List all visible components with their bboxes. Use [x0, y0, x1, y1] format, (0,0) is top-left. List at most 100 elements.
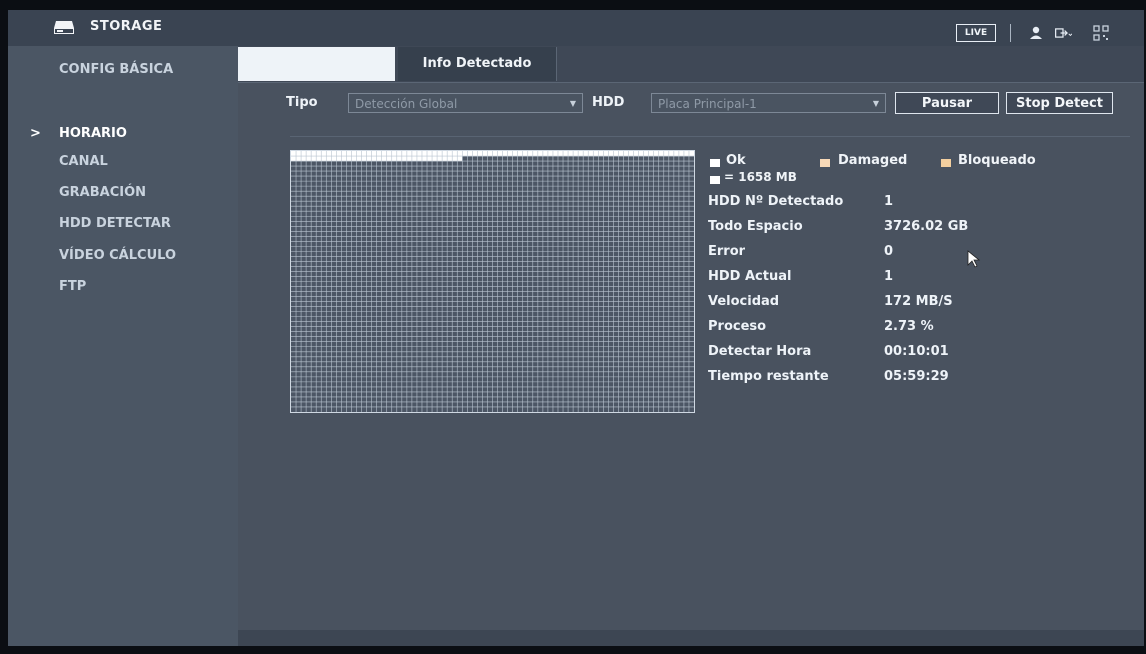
sidebar-item-config-basica[interactable]: CONFIG BÁSICA	[59, 62, 173, 77]
info-value: 1	[884, 269, 894, 284]
scanned-sector	[381, 156, 388, 162]
scanned-sector	[452, 151, 458, 157]
scanned-sector	[527, 151, 534, 157]
legend-blocked-swatch	[941, 159, 951, 167]
scanned-sector	[376, 151, 382, 157]
scanned-sector	[336, 151, 342, 157]
tab-info-detectado[interactable]: Info Detectado	[398, 47, 557, 81]
live-button[interactable]: LIVE	[956, 24, 996, 42]
scanned-sector	[437, 151, 443, 157]
scanned-sector	[517, 151, 524, 157]
scanned-sector	[311, 156, 317, 162]
scanned-sector	[346, 151, 352, 157]
sector-grid	[290, 150, 695, 413]
sidebar-item-grabacion[interactable]: GRABACIÓN	[59, 185, 146, 200]
info-label: Velocidad	[708, 294, 780, 309]
sidebar-item-video-calculo[interactable]: VÍDEO CÁLCULO	[59, 248, 176, 263]
info-value: 172 MB/S	[884, 294, 953, 309]
scanned-sector	[296, 156, 302, 162]
scanned-sector	[401, 151, 408, 157]
scanned-sector	[427, 151, 433, 157]
scanned-sector	[452, 156, 458, 162]
scanned-sector	[688, 151, 694, 157]
scanned-sector	[396, 156, 403, 162]
scanned-sector	[381, 151, 388, 157]
sidebar-item-canal[interactable]: CANAL	[59, 154, 108, 169]
info-value: 3726.02 GB	[884, 219, 969, 234]
info-label: Tiempo restante	[708, 369, 829, 384]
scanned-sector	[341, 156, 347, 162]
info-label: Todo Espacio	[708, 219, 803, 234]
scanned-sector	[421, 151, 428, 157]
scanned-sector	[331, 156, 337, 162]
scanned-sector	[386, 151, 393, 157]
scanned-sector	[552, 151, 559, 157]
scanned-sector	[371, 156, 377, 162]
scanned-sector	[537, 151, 544, 157]
scanned-sector	[391, 156, 398, 162]
scanned-sector	[613, 151, 619, 157]
legend-ok-label: Ok	[726, 153, 746, 168]
legend-ok-swatch	[710, 159, 720, 167]
dvr-screen: STORAGE LIVE > CONFIG BÁSICA HORARIO CAN…	[8, 10, 1144, 646]
sidebar-item-horario[interactable]: HORARIO	[59, 126, 127, 141]
info-value: 2.73 %	[884, 319, 934, 334]
hdd-select[interactable]: Placa Principal-1 ▼	[651, 93, 886, 113]
scanned-sector	[306, 151, 312, 157]
tipo-select-value: Detección Global	[355, 97, 458, 111]
scanned-sector	[653, 151, 660, 157]
scanned-sector	[532, 151, 539, 157]
sidebar-item-ftp[interactable]: FTP	[59, 279, 86, 294]
hdd-select-value: Placa Principal-1	[658, 97, 757, 111]
chevron-down-icon: ▼	[569, 99, 576, 108]
scanned-sector	[291, 156, 297, 162]
logout-icon[interactable]	[1054, 24, 1072, 42]
tipo-select[interactable]: Detección Global ▼	[348, 93, 583, 113]
scanned-sector	[477, 151, 483, 157]
scanned-sector	[668, 151, 675, 157]
scanned-sector	[416, 151, 423, 157]
scanned-sector	[366, 151, 372, 157]
scanned-sector	[557, 151, 564, 157]
stop-detect-button[interactable]: Stop Detect	[1006, 92, 1113, 114]
scanned-sector	[542, 151, 549, 157]
scanned-sector	[633, 151, 639, 157]
user-icon[interactable]	[1027, 24, 1045, 42]
mouse-pointer-icon	[967, 250, 981, 268]
legend-block-size-label: = 1658 MB	[724, 170, 797, 184]
scanned-sector	[442, 156, 448, 162]
chevron-down-icon: ▼	[872, 99, 879, 108]
scanned-sector	[618, 151, 624, 157]
scanned-sector	[588, 151, 594, 157]
sidebar-item-hdd-detectar[interactable]: HDD DETECTAR	[59, 216, 171, 231]
scanned-sector	[306, 156, 312, 162]
scanned-sector	[346, 156, 352, 162]
bottom-bar	[238, 630, 1144, 646]
scanned-sector	[507, 151, 513, 157]
tab-detect[interactable]	[238, 47, 395, 81]
info-value: 00:10:01	[884, 344, 949, 359]
scanned-sector	[321, 151, 327, 157]
info-label: HDD Actual	[708, 269, 792, 284]
tipo-label: Tipo	[286, 95, 318, 110]
scanned-sector	[502, 151, 508, 157]
hdd-storage-icon	[54, 21, 74, 34]
scanned-sector	[406, 151, 413, 157]
scanned-sector	[386, 156, 393, 162]
scanned-sector	[467, 151, 473, 157]
scanned-sector	[457, 151, 463, 157]
pause-button[interactable]: Pausar	[895, 92, 999, 114]
scanned-sector	[447, 151, 453, 157]
scanned-sector	[291, 151, 297, 157]
scanned-sector	[482, 151, 488, 157]
scanned-sector	[522, 151, 529, 157]
legend-blocked-label: Bloqueado	[958, 153, 1036, 168]
scanned-sector	[416, 156, 423, 162]
scanned-sector	[411, 151, 418, 157]
qr-code-icon[interactable]	[1092, 24, 1110, 42]
scanned-sector	[316, 151, 322, 157]
scanned-sector	[356, 151, 362, 157]
info-label: Error	[708, 244, 746, 259]
scanned-sector	[341, 151, 347, 157]
scanned-sector	[361, 156, 367, 162]
